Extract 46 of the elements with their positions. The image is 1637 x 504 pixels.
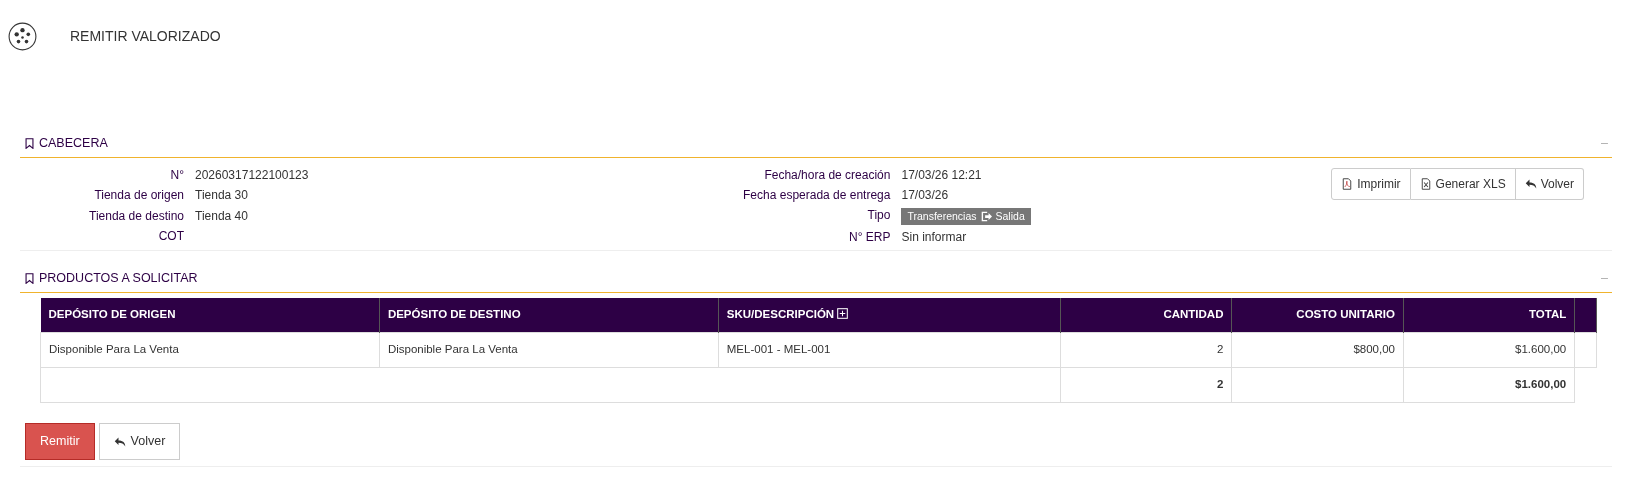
table-cell: Disponible Para La Venta xyxy=(40,332,380,368)
field-label: Tienda de destino xyxy=(88,208,185,225)
field-value: 20260317122100123 xyxy=(195,167,309,182)
column-header: COSTO UNITARIO xyxy=(1231,297,1404,333)
table-cell: MEL-001 - MEL-001 xyxy=(718,332,1061,368)
column-header: CANTIDAD xyxy=(1060,297,1232,333)
back-button[interactable]: Volver xyxy=(1515,167,1584,200)
column-header: DEPÓSITO DE DESTINO xyxy=(379,297,719,333)
submit-button[interactable]: Remitir xyxy=(25,423,95,460)
logo-icon xyxy=(8,21,37,51)
print-button[interactable]: Imprimir xyxy=(1331,167,1411,200)
exit-icon xyxy=(980,211,992,222)
page-title: REMITIR VALORIZADO xyxy=(70,26,221,46)
total-amount: $1.600,00 xyxy=(1403,367,1575,403)
field-label: Tipo xyxy=(866,207,892,224)
section-title: PRODUCTOS A SOLICITAR xyxy=(39,269,198,287)
column-header: DEPÓSITO DE ORIGEN xyxy=(40,297,380,333)
field-label: Tienda de origen xyxy=(93,188,185,205)
field-label: COT xyxy=(157,229,185,246)
column-header: TOTAL xyxy=(1403,297,1575,333)
table-cell: 2 xyxy=(1060,332,1232,368)
field-label: Fecha esperada de entrega xyxy=(742,187,892,204)
field-label: Fecha/hora de creación xyxy=(763,167,892,184)
reply-arrow-icon xyxy=(1524,177,1537,190)
field-value: Tienda 30 xyxy=(195,188,248,203)
bookmark-icon xyxy=(24,137,35,149)
field-value: Sin informar xyxy=(901,229,967,244)
total-quantity: 2 xyxy=(1060,367,1232,403)
badge-text: Salida xyxy=(995,208,1025,224)
section-title: CABECERA xyxy=(39,135,108,152)
spreadsheet-file-icon xyxy=(1419,177,1432,190)
pdf-file-icon xyxy=(1341,177,1354,190)
field-value: 17/03/26 xyxy=(901,187,949,202)
export-button[interactable]: Generar XLS xyxy=(1410,167,1516,200)
table-cell: Disponible Para La Venta xyxy=(379,332,719,368)
bookmark-icon xyxy=(24,272,35,284)
table-cell: $1.600,00 xyxy=(1403,332,1575,368)
field-value: 17/03/26 12:21 xyxy=(901,167,982,182)
field-label: N° ERP xyxy=(848,229,892,246)
column-header: SKU/DESCRIPCIÓN xyxy=(718,297,1061,333)
badge-text: Transferencias xyxy=(907,208,977,224)
field-value: Tienda 40 xyxy=(195,208,248,223)
back-button[interactable]: Volver xyxy=(98,423,181,460)
reply-arrow-icon xyxy=(113,435,126,448)
field-label: N° xyxy=(169,167,185,184)
table-cell: $800,00 xyxy=(1231,332,1404,368)
